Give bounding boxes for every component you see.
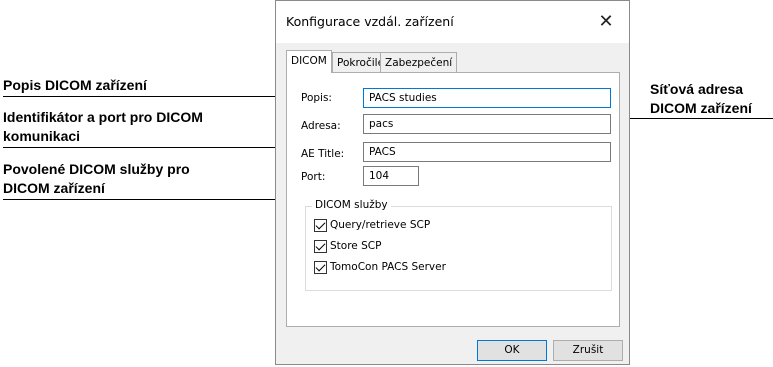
callout-popis: Popis DICOM zařízení — [3, 77, 147, 93]
adresa-label: Adresa: — [301, 120, 341, 132]
dicom-services-title: DICOM služby — [312, 199, 391, 211]
checkbox-checked-icon[interactable] — [314, 239, 327, 253]
tomocon-pacs-label: TomoCon PACS Server — [330, 261, 446, 273]
ae-title-label: AE Title: — [301, 148, 345, 160]
config-dialog: Konfigurace vzdál. zařízení ✕ DICOM Pokr… — [275, 0, 630, 365]
cancel-button[interactable]: Zrušit — [553, 340, 623, 361]
dicom-services-group: DICOM služby Query/retrieve SCP Store SC… — [305, 199, 612, 291]
dialog-title: Konfigurace vzdál. zařízení — [286, 14, 454, 29]
callout-adresa-line — [622, 118, 773, 119]
tab-dicom[interactable]: DICOM — [286, 50, 332, 73]
query-retrieve-label: Query/retrieve SCP — [330, 219, 431, 231]
close-icon[interactable]: ✕ — [593, 9, 619, 35]
callout-identifikator-line — [3, 147, 286, 148]
checkbox-checked-icon[interactable] — [314, 218, 327, 232]
popis-field[interactable]: PACS studies — [363, 88, 611, 108]
callout-adresa-line1: Síťová adresa — [650, 81, 744, 97]
callout-popis-line — [3, 96, 291, 97]
checkbox-row-query-retrieve[interactable]: Query/retrieve SCP — [314, 218, 430, 234]
checkbox-row-tomocon-pacs[interactable]: TomoCon PACS Server — [314, 260, 446, 276]
callout-identifikator-line2: komunikaci — [3, 128, 81, 144]
port-label: Port: — [301, 171, 326, 183]
popis-label: Popis: — [301, 92, 332, 104]
ok-button[interactable]: OK — [477, 340, 547, 361]
callout-sluzby-line2: DICOM zařízení — [3, 180, 105, 196]
store-scp-label: Store SCP — [330, 240, 382, 252]
callout-sluzby-line1: Povolené DICOM služby pro — [3, 161, 190, 177]
checkbox-row-store-scp[interactable]: Store SCP — [314, 239, 381, 255]
port-field[interactable]: 104 — [363, 166, 419, 186]
adresa-field[interactable]: pacs — [363, 114, 611, 134]
callout-identifikator-line1: Identifikátor a port pro DICOM — [3, 109, 203, 125]
tab-panel-dicom: Popis: PACS studies Adresa: pacs AE Titl… — [286, 72, 620, 327]
callout-sluzby-line — [3, 199, 286, 200]
title-bar: Konfigurace vzdál. zařízení ✕ — [276, 1, 629, 43]
tab-zabezpeceni[interactable]: Zabezpečení — [380, 52, 458, 72]
callout-adresa-line2: DICOM zařízení — [650, 100, 752, 116]
ae-title-field[interactable]: PACS — [363, 142, 611, 162]
checkbox-checked-icon[interactable] — [314, 260, 327, 274]
